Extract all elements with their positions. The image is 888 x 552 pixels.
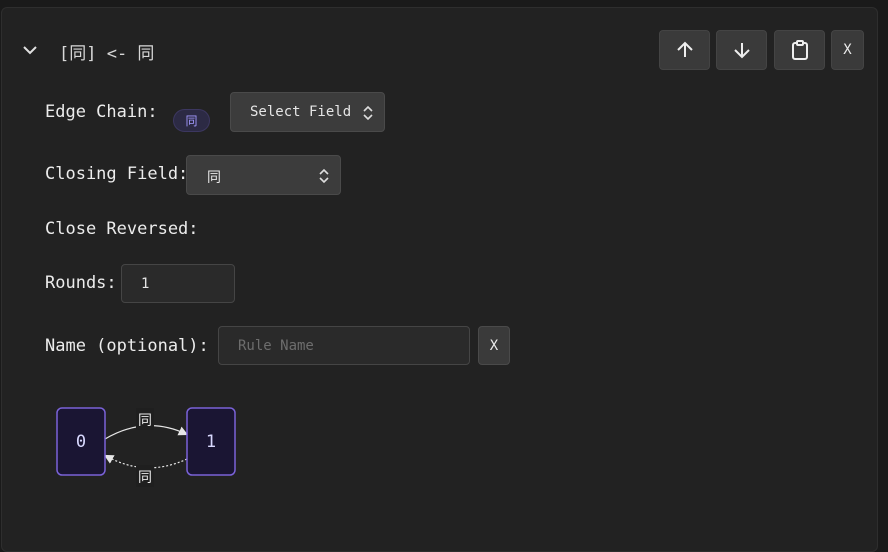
- rounds-label: Rounds:: [45, 273, 117, 293]
- graph-node-0-label: 0: [76, 432, 86, 452]
- updown-chevron-icon: [319, 168, 329, 184]
- rule-title: [同] <- 同: [59, 44, 155, 64]
- updown-chevron-icon: [363, 105, 373, 121]
- closing-field-label: Closing Field:: [45, 164, 189, 184]
- close-label: X: [843, 42, 852, 58]
- clear-name-label: X: [489, 337, 499, 354]
- rule-name-placeholder: Rule Name: [238, 338, 314, 354]
- rounds-input[interactable]: 1: [121, 264, 235, 303]
- close-rule-button[interactable]: X: [831, 30, 864, 70]
- clipboard-icon: [791, 40, 808, 60]
- move-up-button[interactable]: [659, 30, 710, 70]
- name-label: Name (optional):: [45, 336, 209, 356]
- move-down-button[interactable]: [716, 30, 767, 70]
- graph-node-1-label: 1: [206, 432, 216, 452]
- closing-field-select[interactable]: 同: [186, 155, 341, 195]
- clear-name-button[interactable]: X: [478, 326, 510, 365]
- rule-name-input[interactable]: Rule Name: [218, 326, 470, 365]
- edge-chain-select[interactable]: Select Field: [230, 92, 385, 132]
- edge-0-to-1-label: 同: [138, 413, 152, 429]
- copy-button[interactable]: [774, 30, 825, 70]
- close-reversed-label: Close Reversed:: [45, 219, 199, 239]
- edge-chain-label: Edge Chain:: [45, 102, 158, 122]
- rule-graph: 同 同 0 1: [56, 407, 236, 487]
- edge-1-to-0-label: 同: [138, 470, 152, 486]
- rounds-value: 1: [141, 276, 150, 292]
- chevron-down-icon[interactable]: [20, 41, 40, 59]
- edge-chain-badge[interactable]: 同: [173, 109, 210, 132]
- closing-field-select-value: 同: [207, 170, 221, 186]
- arrow-down-icon: [733, 43, 750, 59]
- edge-chain-select-value: Select Field: [250, 104, 352, 120]
- rule-panel: [同] <- 同 X Edge Chain: 同 Select Field Cl…: [1, 7, 878, 552]
- arrow-up-icon: [676, 41, 693, 57]
